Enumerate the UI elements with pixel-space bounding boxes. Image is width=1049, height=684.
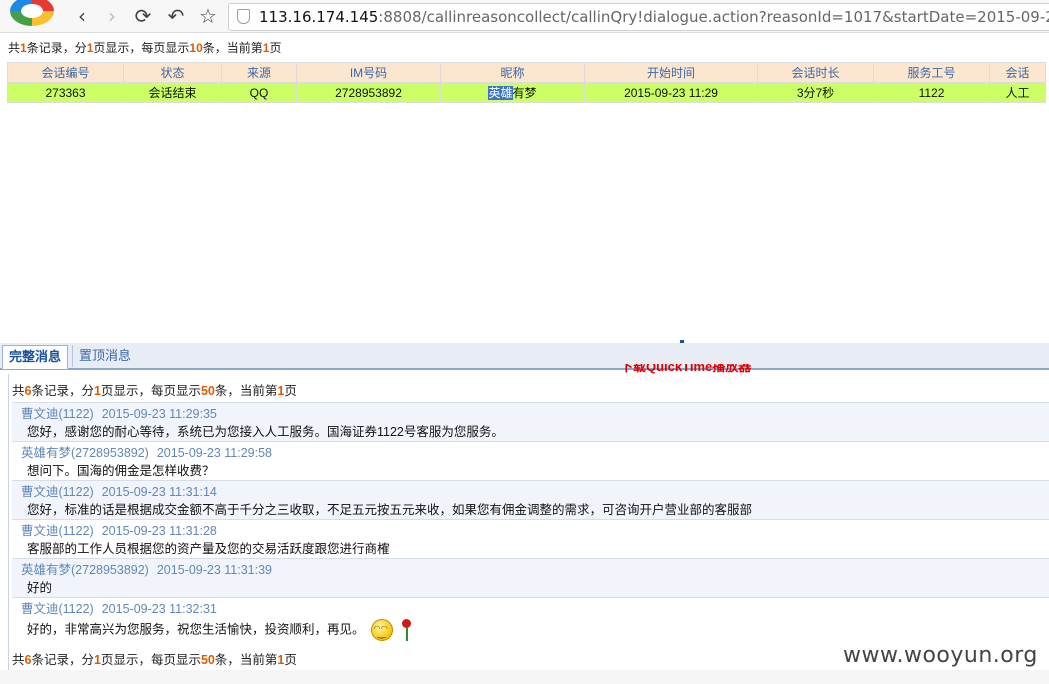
summary-total: 1 xyxy=(20,41,27,55)
summary-per-page: 50 xyxy=(200,384,215,398)
message-sender: 曹文迪(1122) xyxy=(21,524,94,538)
message-header: 曹文迪(1122) 2015-09-23 11:31:14 xyxy=(21,484,217,500)
message-item: 曹文迪(1122) 2015-09-23 11:29:35 您好，感谢您的耐心等待… xyxy=(12,402,1049,441)
message-header: 曹文迪(1122) 2015-09-23 11:32:31 xyxy=(21,601,217,617)
header-session-id[interactable]: 会话编号 xyxy=(7,62,124,83)
summary-text: 页 xyxy=(284,653,297,667)
message-item: 曹文迪(1122) 2015-09-23 11:32:31 好的，非常高兴为您服务… xyxy=(12,597,1049,648)
cell-im-number: 2728953892 xyxy=(296,82,441,103)
back-icon[interactable]: ‹ xyxy=(70,4,94,28)
browser-toolbar: ‹ › ⟳ ↶ ☆ 113.16.174.145:8808/callinreas… xyxy=(0,0,1049,33)
footer-band xyxy=(0,670,1049,684)
tab-full-messages[interactable]: 完整消息 xyxy=(2,345,69,369)
message-sender: 英雄有梦(2728953892) xyxy=(21,446,149,460)
cell-duration: 3分7秒 xyxy=(757,82,874,103)
message-sender: 曹文迪(1122) xyxy=(21,602,94,616)
table-header-row: 会话编号 状态 来源 IM号码 昵称 开始时间 会话时长 服务工号 会话 xyxy=(7,62,1046,83)
message-time: 2015-09-23 11:31:39 xyxy=(156,563,273,577)
message-sender: 曹文迪(1122) xyxy=(21,485,94,499)
summary-text: 共 xyxy=(12,653,25,667)
forward-icon[interactable]: › xyxy=(100,4,124,28)
summary-per-page: 50 xyxy=(200,653,215,667)
message-sender: 英雄有梦(2728953892) xyxy=(21,563,149,577)
cell-agent-id: 1122 xyxy=(873,82,990,103)
header-start-time[interactable]: 开始时间 xyxy=(584,62,758,83)
summary-pages: 1 xyxy=(93,384,101,398)
message-text: 您好，标准的话是根据成交金额不高于千分之三收取，不足五元按五元来收，如果您有佣金… xyxy=(27,503,753,517)
summary-text: 共 xyxy=(8,41,21,55)
address-bar[interactable]: 113.16.174.145:8808/callinreasoncollect/… xyxy=(228,3,1049,31)
message-item: 曹文迪(1122) 2015-09-23 11:31:14 您好，标准的话是根据成… xyxy=(12,480,1049,519)
url-path: :8808/callinreasoncollect/callinQry!dial… xyxy=(378,8,1049,26)
header-im-number[interactable]: IM号码 xyxy=(296,62,441,83)
message-text-line: 好的，非常高兴为您服务，祝您生活愉快，投资顺利，再见。 xyxy=(27,619,413,642)
cell-session-type: 人工 xyxy=(989,82,1046,103)
message-text: 想问下。国海的佣金是怎样收费？ xyxy=(27,464,215,478)
browser-logo-icon xyxy=(10,0,54,26)
security-shield-icon xyxy=(237,9,250,24)
message-tabbar: 完整消息 置顶消息 xyxy=(0,343,1049,370)
message-time: 2015-09-23 11:31:14 xyxy=(101,485,217,499)
header-nickname[interactable]: 昵称 xyxy=(440,62,585,83)
bookmark-star-icon[interactable]: ☆ xyxy=(196,4,220,28)
summary-text: 共 xyxy=(12,384,25,398)
undo-icon[interactable]: ↶ xyxy=(164,4,188,28)
message-header: 曹文迪(1122) 2015-09-23 11:29:35 xyxy=(21,406,217,422)
message-time: 2015-09-23 11:31:28 xyxy=(101,524,217,538)
message-time: 2015-09-23 11:29:58 xyxy=(156,446,273,460)
summary-text: 条，当前第 xyxy=(202,41,263,55)
session-table: 会话编号 状态 来源 IM号码 昵称 开始时间 会话时长 服务工号 会话 273… xyxy=(7,62,1046,103)
cell-source: QQ xyxy=(221,82,297,103)
message-item: 曹文迪(1122) 2015-09-23 11:31:28 客服部的工作人员根据您… xyxy=(12,519,1049,558)
summary-per-page: 10 xyxy=(189,41,203,55)
cell-status: 会话结束 xyxy=(123,82,222,103)
header-agent-id[interactable]: 服务工号 xyxy=(873,62,990,83)
nickname-rest: 有梦 xyxy=(512,86,537,100)
quicktime-download-link[interactable]: 下载QuickTime播放器 xyxy=(620,364,751,374)
message-item: 英雄有梦(2728953892) 2015-09-23 11:29:58 想问下。… xyxy=(12,441,1049,480)
selected-text: 英雄 xyxy=(488,86,513,100)
summary-text: 条，当前第 xyxy=(214,384,278,398)
summary-text: 条记录，分 xyxy=(31,653,94,667)
cell-start-time: 2015-09-23 11:29 xyxy=(584,82,758,103)
message-header: 曹文迪(1122) 2015-09-23 11:31:28 xyxy=(21,523,217,539)
smiley-icon xyxy=(370,619,393,642)
cell-nickname: 英雄有梦 xyxy=(440,82,585,103)
message-header: 英雄有梦(2728953892) 2015-09-23 11:29:58 xyxy=(21,445,272,461)
reload-icon[interactable]: ⟳ xyxy=(131,4,155,28)
record-pagination-summary: 共1条记录，分1页显示，每页显示10条，当前第1页 xyxy=(8,40,282,56)
summary-text: 页显示，每页显示 xyxy=(93,41,190,55)
watermark: www.wooyun.org xyxy=(843,643,1038,668)
summary-text: 条，当前第 xyxy=(214,653,278,667)
summary-text: 页 xyxy=(284,384,297,398)
header-source[interactable]: 来源 xyxy=(221,62,297,83)
header-duration[interactable]: 会话时长 xyxy=(757,62,874,83)
header-session-type[interactable]: 会话 xyxy=(989,62,1046,83)
message-text: 客服部的工作人员根据您的资产量及您的交易活跃度跟您进行商榷 xyxy=(27,542,390,556)
url-host: 113.16.174.145 xyxy=(259,8,379,26)
message-text: 您好，感谢您的耐心等待，系统已为您接入人工服务。国海证券1122号客服为您服务。 xyxy=(27,425,504,439)
summary-pages: 1 xyxy=(93,653,101,667)
summary-text: 页显示，每页显示 xyxy=(100,653,201,667)
rose-icon xyxy=(399,619,413,641)
message-item: 英雄有梦(2728953892) 2015-09-23 11:31:39 好的 xyxy=(12,558,1049,597)
message-pagination-summary-bottom: 共6条记录，分1页显示，每页显示50条，当前第1页 xyxy=(12,651,297,669)
table-row[interactable]: 273363 会话结束 QQ 2728953892 英雄有梦 2015-09-2… xyxy=(7,82,1046,103)
url-text[interactable]: 113.16.174.145:8808/callinreasoncollect/… xyxy=(259,7,1049,27)
message-sender: 曹文迪(1122) xyxy=(21,407,94,421)
message-pane: 共6条记录，分1页显示，每页显示50条，当前第1页 曹文迪(1122) 2015-… xyxy=(8,374,1049,674)
summary-text: 页显示，每页显示 xyxy=(100,384,201,398)
cell-session-id: 273363 xyxy=(7,82,124,103)
message-header: 英雄有梦(2728953892) 2015-09-23 11:31:39 xyxy=(21,562,272,578)
summary-text: 条记录，分 xyxy=(26,41,87,55)
summary-text: 条记录，分 xyxy=(31,384,94,398)
message-time: 2015-09-23 11:32:31 xyxy=(101,602,217,616)
header-status[interactable]: 状态 xyxy=(123,62,222,83)
message-text: 好的，非常高兴为您服务，祝您生活愉快，投资顺利，再见。 xyxy=(27,622,365,637)
summary-text: 页 xyxy=(269,41,282,55)
message-text: 好的 xyxy=(27,581,53,595)
tab-pinned-messages[interactable]: 置顶消息 xyxy=(72,345,137,367)
message-time: 2015-09-23 11:29:35 xyxy=(101,407,217,421)
message-pagination-summary: 共6条记录，分1页显示，每页显示50条，当前第1页 xyxy=(12,382,297,400)
